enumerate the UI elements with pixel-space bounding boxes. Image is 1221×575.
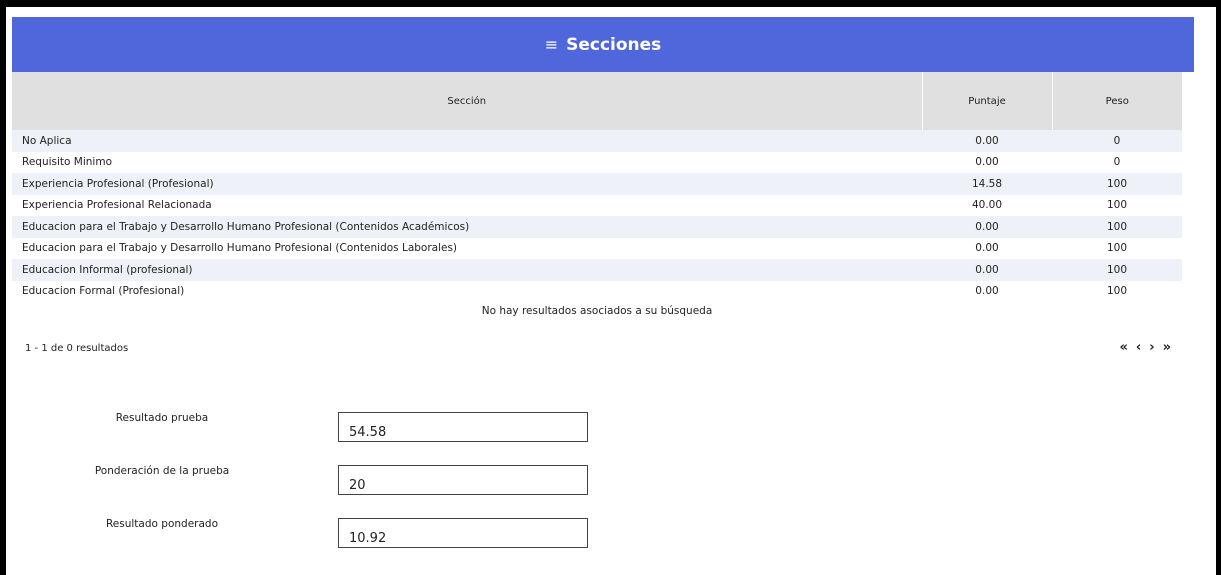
- empty-results-message: No hay resultados asociados a su búsqued…: [481, 305, 713, 317]
- cell-peso: 0: [1052, 130, 1182, 152]
- cell-seccion: Experiencia Profesional (Profesional): [12, 173, 922, 195]
- table-row[interactable]: Educacion Informal (profesional) 0.00 10…: [12, 259, 1182, 281]
- resultado-prueba-label: Resultado prueba: [115, 412, 209, 424]
- column-header-seccion[interactable]: Sección: [12, 72, 922, 130]
- resultado-ponderado-field[interactable]: 10.92: [338, 518, 588, 548]
- cell-puntaje: 0.00: [975, 285, 999, 298]
- table-row[interactable]: Educacion para el Trabajo y Desarrollo H…: [12, 238, 1182, 260]
- sections-panel-header: ≡ Secciones: [12, 17, 1194, 72]
- cell-puntaje: 14.58: [922, 173, 1052, 195]
- cell-seccion: Educacion para el Trabajo y Desarrollo H…: [22, 242, 458, 255]
- resultado-prueba-field[interactable]: 54.58: [338, 412, 588, 442]
- panel-title: Secciones: [566, 34, 662, 55]
- cell-puntaje: 0.00: [922, 259, 1052, 281]
- resultado-ponderado-row: Resultado ponderado 10.92: [12, 518, 612, 554]
- cell-seccion: Educacion para el Trabajo y Desarrollo H…: [12, 216, 922, 238]
- cell-puntaje: 40.00: [971, 199, 1003, 212]
- cell-peso: 100: [1052, 259, 1182, 281]
- table-row[interactable]: No Aplica 0.00 0: [12, 130, 1182, 152]
- ponderacion-label: Ponderación de la prueba: [94, 465, 230, 477]
- ponderacion-row: Ponderación de la prueba 20: [12, 465, 612, 501]
- cell-peso: 100: [1106, 199, 1128, 212]
- cell-peso: 100: [1052, 173, 1182, 195]
- cell-seccion: No Aplica: [12, 130, 922, 152]
- table-row[interactable]: Educacion Formal (Profesional) 0.00 100: [12, 281, 1182, 303]
- column-header-peso[interactable]: Peso: [1051, 72, 1182, 130]
- next-page-button[interactable]: ›: [1149, 340, 1154, 355]
- table-row[interactable]: Educacion para el Trabajo y Desarrollo H…: [12, 216, 1182, 238]
- cell-puntaje: 0.00: [922, 130, 1052, 152]
- table-row[interactable]: Experiencia Profesional (Profesional) 14…: [12, 173, 1182, 195]
- cell-puntaje: 0.00: [975, 242, 999, 255]
- resultado-prueba-row: Resultado prueba 54.58: [12, 412, 612, 448]
- results-summary: 1 - 1 de 0 resultados: [25, 343, 129, 354]
- prev-page-button[interactable]: ‹: [1136, 340, 1141, 355]
- table-header-row: Sección Puntaje Peso: [12, 72, 1182, 130]
- cell-seccion: Educacion Informal (profesional): [12, 259, 922, 281]
- cell-peso: 100: [1106, 242, 1128, 255]
- resultado-ponderado-label: Resultado ponderado: [105, 518, 218, 530]
- cell-seccion: Requisito Minimo: [22, 156, 112, 169]
- pagination-controls: « ‹ › »: [1119, 340, 1171, 355]
- cell-peso: 100: [1106, 285, 1128, 298]
- last-page-button[interactable]: »: [1163, 340, 1171, 355]
- cell-puntaje: 0.00: [975, 156, 999, 169]
- table-row[interactable]: Requisito Minimo 0.00 0: [12, 152, 1182, 174]
- cell-puntaje: 0.00: [922, 216, 1052, 238]
- cell-peso: 100: [1052, 216, 1182, 238]
- column-header-puntaje[interactable]: Puntaje: [921, 72, 1052, 130]
- ponderacion-field[interactable]: 20: [338, 465, 588, 495]
- table-row[interactable]: Experiencia Profesional Relacionada 40.0…: [12, 195, 1182, 217]
- sections-table: Sección Puntaje Peso No Aplica 0.00 0 Re…: [12, 72, 1182, 302]
- cell-seccion: Experiencia Profesional Relacionada: [22, 199, 212, 212]
- first-page-button[interactable]: «: [1119, 340, 1127, 355]
- cell-seccion: Educacion Formal (Profesional): [22, 285, 185, 298]
- cell-peso: 0: [1113, 156, 1121, 169]
- menu-icon: ≡: [544, 35, 559, 54]
